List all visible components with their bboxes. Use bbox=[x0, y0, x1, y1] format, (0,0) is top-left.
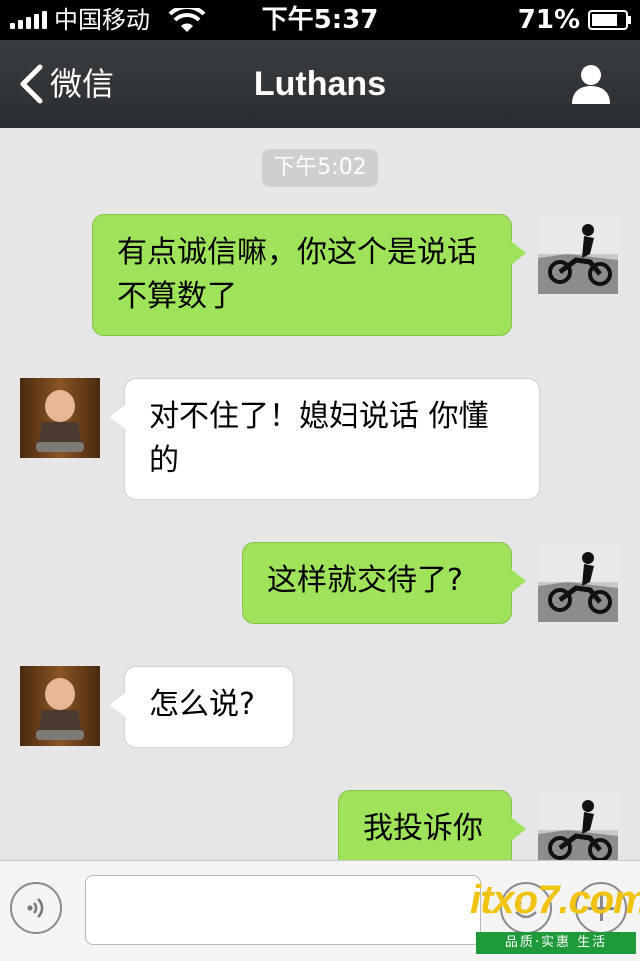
bubble-tail bbox=[110, 693, 125, 717]
message-text: 怎么说? bbox=[149, 687, 255, 722]
baby-avatar-image bbox=[20, 666, 100, 746]
my-avatar[interactable] bbox=[538, 214, 618, 294]
message-bubble-outgoing[interactable]: 这样就交待了? bbox=[242, 542, 526, 624]
message-bubble-outgoing[interactable]: 我投诉你 bbox=[338, 790, 526, 860]
message-input[interactable] bbox=[85, 875, 481, 945]
message-text: 这样就交待了? bbox=[267, 563, 463, 598]
bubble-tail bbox=[511, 817, 526, 841]
contact-avatar[interactable] bbox=[20, 378, 100, 458]
emoji-button[interactable] bbox=[500, 882, 552, 934]
profile-icon[interactable] bbox=[570, 62, 612, 106]
motorbike-avatar-image bbox=[538, 542, 618, 622]
plus-button[interactable] bbox=[575, 882, 627, 934]
back-label: 微信 bbox=[50, 65, 115, 103]
battery-percent: 71% bbox=[517, 5, 580, 35]
message-text: 对不住了！媳妇说话 你懂的 bbox=[149, 399, 489, 478]
motorbike-avatar-image bbox=[538, 214, 618, 294]
message-timestamp: 下午5:02 bbox=[262, 149, 378, 187]
emoji-icon bbox=[515, 900, 537, 919]
my-avatar[interactable] bbox=[538, 542, 618, 622]
battery-icon bbox=[588, 10, 631, 30]
message-bubble-incoming[interactable]: 怎么说? bbox=[110, 666, 294, 748]
message-bubble-incoming[interactable]: 对不住了！媳妇说话 你懂的 bbox=[110, 378, 540, 500]
bubble-tail bbox=[110, 405, 125, 429]
bubble-tail bbox=[511, 569, 526, 593]
input-bar bbox=[0, 860, 640, 961]
message-text: 有点诚信嘛，你这个是说话不算数了 bbox=[117, 235, 477, 314]
motorbike-avatar-image bbox=[538, 790, 618, 860]
my-avatar[interactable] bbox=[538, 790, 618, 860]
voice-icon bbox=[27, 898, 44, 918]
back-button[interactable]: 微信 bbox=[18, 40, 114, 128]
voice-button[interactable] bbox=[10, 882, 62, 934]
back-chevron-icon bbox=[20, 64, 43, 104]
contact-avatar[interactable] bbox=[20, 666, 100, 746]
chat-area[interactable]: 下午5:02 有点诚信嘛，你这个是说话不算数了 对不住了！媳妇说话 你懂的 这样… bbox=[0, 128, 640, 860]
chat-title: Luthans bbox=[253, 65, 387, 103]
status-bar: 中国移动 下午5:37 71% bbox=[0, 0, 640, 40]
baby-avatar-image bbox=[20, 378, 100, 458]
message-text: 我投诉你 bbox=[363, 811, 483, 846]
message-bubble-outgoing[interactable]: 有点诚信嘛，你这个是说话不算数了 bbox=[92, 214, 526, 336]
bubble-tail bbox=[511, 241, 526, 265]
nav-bar: 微信 Luthans bbox=[0, 40, 640, 128]
